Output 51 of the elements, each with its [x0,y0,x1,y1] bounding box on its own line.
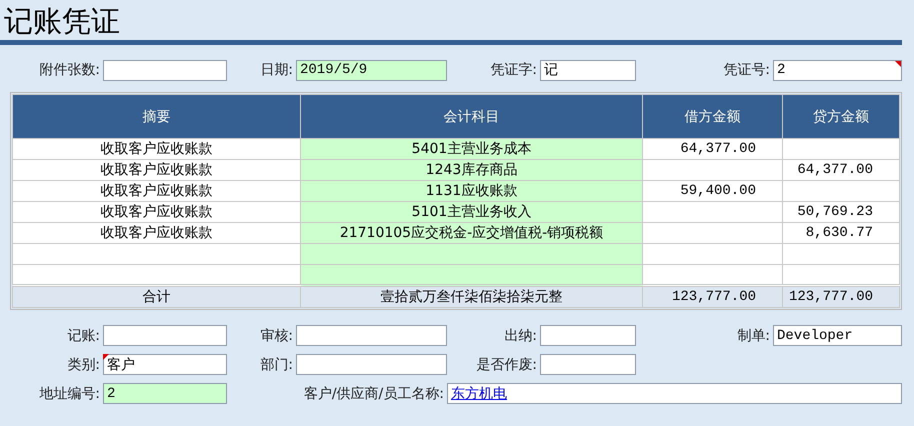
field-label: 日期: [259,61,294,79]
total-cell: 123,777.00 [642,286,782,308]
input-field[interactable]: 2019/5/9 [296,60,447,80]
input-field[interactable] [540,354,636,375]
table-cell: 21710105应交税金-应交增值税-销项税额 [300,222,642,244]
column-header: 会计科目 [300,94,642,138]
table-cell: 64,377.00 [782,160,900,180]
column-header: 借方金额 [642,94,782,138]
field-label: 出纳: [503,326,538,344]
name-link[interactable]: 东方机电 [451,384,507,402]
input-field[interactable] [103,325,227,346]
field-label: 制单: [736,326,771,344]
total-cell: 合计 [12,286,300,308]
table-cell: 64,377.00 [642,138,782,160]
table-cell: 8,630.77 [782,222,900,244]
field-label: 部门: [259,356,294,374]
column-header: 贷方金额 [782,94,900,138]
field-label: 凭证号: [722,61,771,79]
field-label: 审核: [259,326,294,344]
input-field[interactable]: 客户 [103,354,227,375]
table-cell: 收取客户应收账款 [12,222,300,244]
input-field[interactable] [103,60,227,80]
field-label: 记账: [66,326,101,344]
input-field[interactable]: 2 [773,60,902,80]
input-field[interactable]: 记 [540,60,636,80]
field-label: 是否作废: [475,356,538,374]
field-label: 附件张数: [38,61,101,79]
field-label: 客户/供应商/员工名称: [302,384,445,402]
table-cell: 59,400.00 [642,180,782,202]
field-label: 地址编号: [38,384,101,402]
input-field[interactable]: Developer [773,325,902,346]
table-cell: 1243库存商品 [300,160,642,180]
field-label: 凭证字: [489,61,538,79]
table-cell: 5101主营业务收入 [300,202,642,222]
input-field[interactable] [296,354,447,375]
input-field[interactable] [540,325,636,346]
table-cell: 收取客户应收账款 [12,138,300,160]
total-cell: 123,777.00 [782,286,900,308]
table-cell: 50,769.23 [782,202,900,222]
input-field[interactable]: 2 [103,383,227,404]
page-title: 记账凭证 [3,4,121,40]
table-cell: 收取客户应收账款 [12,180,300,202]
field-label: 类别: [66,356,101,374]
input-field[interactable] [296,325,447,346]
column-header: 摘要 [12,94,300,138]
table-cell: 收取客户应收账款 [12,160,300,180]
total-cell: 壹拾贰万叁仟柒佰柒拾柒元整 [300,286,642,308]
table-cell: 1131应收账款 [300,180,642,202]
table-cell: 收取客户应收账款 [12,202,300,222]
table-cell: 5401主营业务成本 [300,138,642,160]
link-field[interactable]: 东方机电 [447,383,902,404]
